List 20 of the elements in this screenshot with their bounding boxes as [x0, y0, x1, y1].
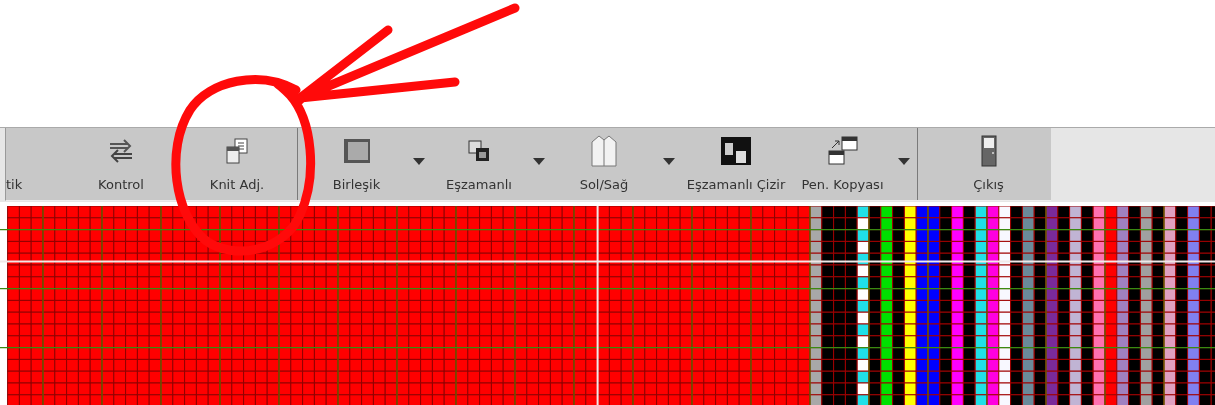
toolbar-button[interactable]: Çıkış: [926, 128, 1051, 200]
caret-icon: [413, 158, 425, 165]
toolbar-button[interactable]: tik: [6, 128, 61, 200]
toolbar-button[interactable]: Kontrol: [61, 128, 181, 200]
toolbar-button[interactable]: Sol/Sağ: [551, 128, 657, 200]
door-icon: [980, 135, 997, 167]
swap-arrows-icon: [108, 139, 134, 163]
panel-icon: [225, 138, 249, 164]
copy-windows-icon: [827, 136, 858, 166]
shaded-square-icon: [342, 138, 371, 164]
toolbar-button[interactable]: Eşzamanlı Çizir: [681, 128, 791, 200]
toolbar-button[interactable]: Pen. Kopyası: [791, 128, 894, 200]
caret-icon: [533, 158, 545, 165]
caret-icon: [897, 158, 910, 165]
caret-icon: [663, 158, 675, 165]
overlapping-windows-icon: [468, 140, 490, 162]
toolbar-button[interactable]: Eşzamanlı: [431, 128, 527, 200]
toolbar-button[interactable]: Knit Adj.: [181, 128, 298, 200]
toolbar-button[interactable]: Birleşik: [306, 128, 407, 200]
garment-icon: [591, 135, 617, 167]
